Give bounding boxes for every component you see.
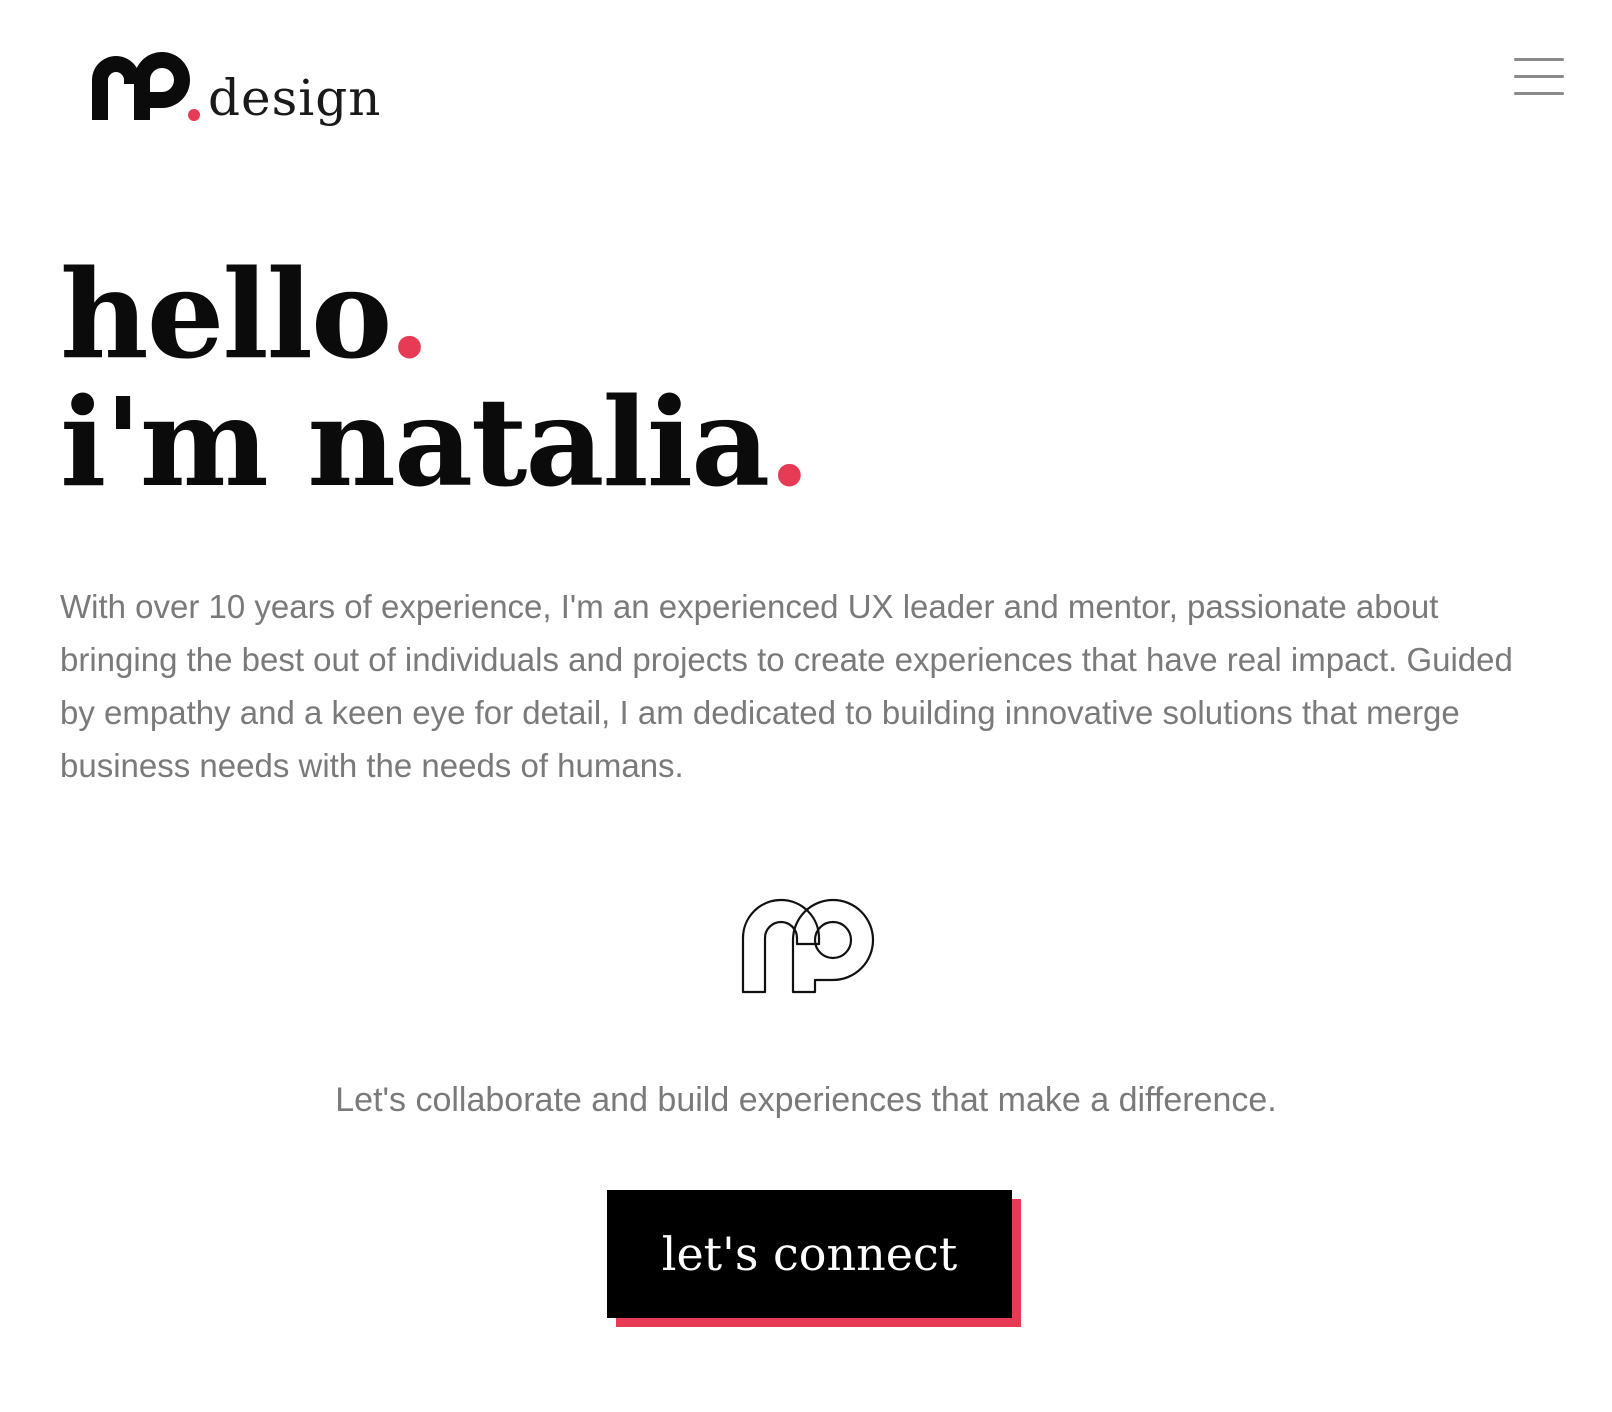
site-header: design <box>0 0 1612 150</box>
hero-greeting: hello <box>60 242 390 386</box>
hero-heading: hello. i'm natalia. <box>60 250 811 506</box>
site-logo[interactable]: design <box>92 35 381 125</box>
rp-logo-icon <box>92 52 200 121</box>
hero-line-1: hello. <box>60 250 809 378</box>
cta-container: let's connect <box>607 1190 1021 1327</box>
hamburger-menu-line <box>1514 92 1564 95</box>
intro-paragraph: With over 10 years of experience, I'm an… <box>60 588 1513 784</box>
lets-connect-button[interactable]: let's connect <box>607 1190 1012 1318</box>
hamburger-menu-button[interactable] <box>1514 58 1564 98</box>
tagline: Let's collaborate and build experiences … <box>335 1081 1277 1119</box>
hamburger-menu-line <box>1514 75 1564 78</box>
logo-wordmark: design <box>208 69 382 127</box>
hero-line-2: i'm natalia. <box>60 378 811 506</box>
rp-outline-logo-icon <box>741 898 875 994</box>
accent-dot: . <box>768 370 811 514</box>
hero-name: i'm natalia <box>60 370 770 514</box>
hamburger-menu-icon <box>1514 58 1564 61</box>
accent-dot: . <box>388 242 431 386</box>
